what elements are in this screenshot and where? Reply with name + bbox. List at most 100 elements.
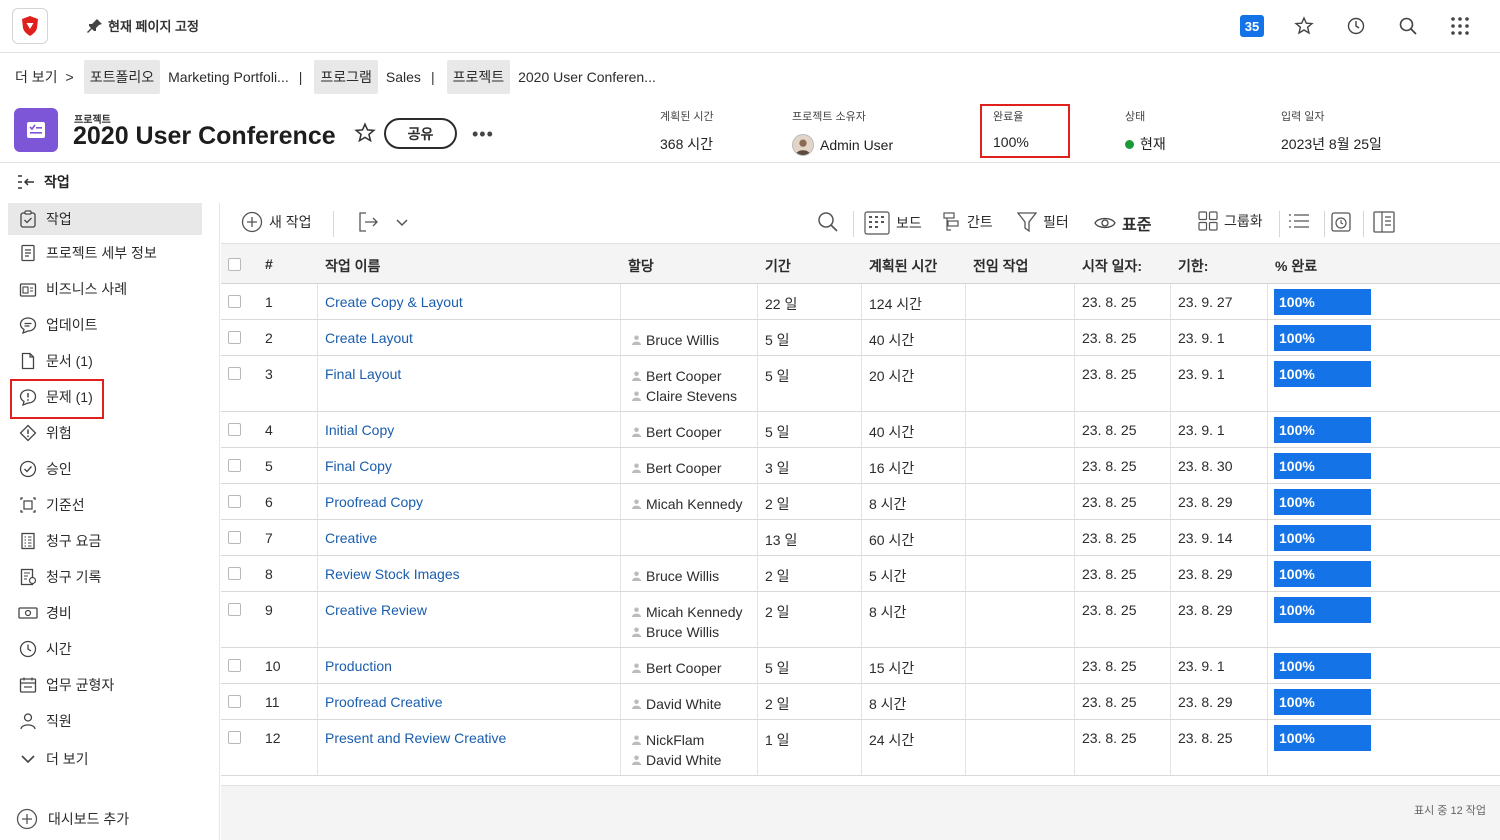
row-checkbox[interactable] (228, 731, 241, 744)
sidebar-item-workload-balancer[interactable]: 업무 균형자 (8, 669, 202, 701)
sidebar-collapse-toggle[interactable]: 작업 (16, 172, 70, 192)
table-row[interactable]: 5 Final Copy Bert Cooper 3 일 16 시간 23. 8. 25 2… (221, 448, 1500, 484)
filter-button[interactable]: 필터 (1017, 211, 1069, 233)
percent-complete-bar[interactable]: 100% (1274, 289, 1371, 315)
notifications-badge[interactable]: 35 (1240, 15, 1264, 37)
percent-complete-bar[interactable]: 100% (1274, 561, 1371, 587)
table-row[interactable]: 7 Creative 13 일 60 시간 23. 8. 25 23. 9. 14 100% (221, 520, 1500, 556)
assignee[interactable]: David White (632, 694, 721, 714)
add-dashboard-button[interactable]: 대시보드 추가 (16, 808, 129, 830)
sidebar-item-time[interactable]: 시간 (8, 633, 202, 665)
list-settings-button[interactable] (1288, 211, 1310, 231)
percent-complete-bar[interactable]: 100% (1274, 689, 1371, 715)
table-row[interactable]: 12 Present and Review Creative NickFlam Dav… (221, 720, 1500, 776)
sidebar-item-risks[interactable]: 위험 (8, 417, 202, 449)
share-button[interactable]: 공유 (384, 118, 457, 149)
percent-complete-bar[interactable]: 100% (1274, 653, 1371, 679)
column-header-due-date[interactable]: 기한: (1178, 256, 1208, 276)
row-checkbox[interactable] (228, 295, 241, 308)
assignee[interactable]: NickFlam (632, 730, 721, 750)
breadcrumb-project-link[interactable]: 2020 User Conferen... (518, 69, 656, 85)
gantt-view-button[interactable]: 간트 (943, 211, 993, 233)
favorite-star-icon[interactable] (354, 122, 376, 147)
sidebar-item-project-details[interactable]: 프로젝트 세부 정보 (8, 237, 202, 269)
task-name-link[interactable]: Final Copy (325, 458, 392, 474)
sidebar-item-documents[interactable]: 문서 (1) (8, 345, 202, 377)
assignee[interactable]: Micah Kennedy (632, 602, 743, 622)
percent-complete-bar[interactable]: 100% (1274, 325, 1371, 351)
table-row[interactable]: 1 Create Copy & Layout 22 일 124 시간 23. 8. 25… (221, 284, 1500, 320)
sidebar-item-expenses[interactable]: 경비 (8, 597, 202, 629)
column-header-predecessors[interactable]: 전임 작업 (973, 256, 1028, 276)
assignee[interactable]: Claire Stevens (632, 386, 737, 406)
assignee[interactable]: Micah Kennedy (632, 494, 743, 514)
group-button[interactable]: 그룹화 (1198, 211, 1263, 231)
view-selector[interactable]: 표준 (1094, 211, 1151, 235)
row-checkbox[interactable] (228, 495, 241, 508)
row-checkbox[interactable] (228, 659, 241, 672)
task-name-link[interactable]: Proofread Copy (325, 494, 423, 510)
search-icon[interactable] (1396, 14, 1420, 38)
status-value[interactable]: 현재 (1140, 134, 1166, 154)
sidebar-item-tasks[interactable]: 작업 (8, 203, 202, 235)
percent-complete-bar[interactable]: 100% (1274, 525, 1371, 551)
sidebar-item-billing-rates[interactable]: 청구 요금 (8, 525, 202, 557)
assignee[interactable]: Bert Cooper (632, 658, 721, 678)
task-name-link[interactable]: Initial Copy (325, 422, 394, 438)
percent-complete-bar[interactable]: 100% (1274, 453, 1371, 479)
sidebar-item-baselines[interactable]: 기준선 (8, 489, 202, 521)
assignee[interactable]: Bruce Willis (632, 330, 719, 350)
assignee[interactable]: Bert Cooper (632, 422, 721, 442)
new-task-button[interactable]: 새 작업 (241, 211, 312, 233)
row-checkbox[interactable] (228, 695, 241, 708)
owner-link[interactable]: Admin User (820, 137, 893, 153)
row-checkbox[interactable] (228, 603, 241, 616)
row-checkbox[interactable] (228, 531, 241, 544)
sidebar-item-updates[interactable]: 업데이트 (8, 309, 202, 341)
table-row[interactable]: 8 Review Stock Images Bruce Willis 2 일 5 시간 2… (221, 556, 1500, 592)
column-header-duration[interactable]: 기간 (765, 256, 791, 276)
column-header-task-name[interactable]: 작업 이름 (325, 256, 380, 276)
task-name-link[interactable]: Creative Review (325, 602, 427, 618)
percent-complete-bar[interactable]: 100% (1274, 489, 1371, 515)
task-name-link[interactable]: Review Stock Images (325, 566, 460, 582)
more-options-icon[interactable]: ••• (472, 124, 494, 145)
export-button[interactable] (357, 211, 409, 233)
task-name-link[interactable]: Create Layout (325, 330, 413, 346)
sidebar-item-business-case[interactable]: 비즈니스 사례 (8, 273, 202, 305)
pin-page-button[interactable]: 현재 페이지 고정 (86, 16, 199, 35)
task-name-link[interactable]: Proofread Creative (325, 694, 443, 710)
task-name-link[interactable]: Present and Review Creative (325, 730, 506, 746)
table-row[interactable]: 9 Creative Review Micah Kennedy Bruce Willi… (221, 592, 1500, 648)
select-all-checkbox[interactable] (228, 258, 241, 271)
assignee[interactable]: Bert Cooper (632, 458, 721, 478)
task-name-link[interactable]: Production (325, 658, 392, 674)
column-header-number[interactable]: # (265, 256, 273, 272)
sidebar-item-more[interactable]: 더 보기 (8, 743, 202, 775)
history-icon[interactable] (1344, 14, 1368, 38)
star-icon[interactable] (1292, 14, 1316, 38)
row-checkbox[interactable] (228, 367, 241, 380)
row-checkbox[interactable] (228, 459, 241, 472)
panel-toggle-button[interactable] (1373, 211, 1395, 233)
task-name-link[interactable]: Create Copy & Layout (325, 294, 463, 310)
column-header-assignments[interactable]: 할당 (628, 256, 654, 276)
column-header-planned-hours[interactable]: 계획된 시간 (869, 256, 937, 276)
table-row[interactable]: 3 Final Layout Bert Cooper Claire Stevens 5 … (221, 356, 1500, 412)
assignee[interactable]: Bert Cooper (632, 366, 737, 386)
board-view-button[interactable]: 보드 (864, 211, 922, 235)
percent-complete-bar[interactable]: 100% (1274, 597, 1371, 623)
apps-grid-icon[interactable] (1448, 14, 1472, 38)
column-header-start-date[interactable]: 시작 일자: (1082, 256, 1142, 276)
table-row[interactable]: 4 Initial Copy Bert Cooper 5 일 40 시간 23. 8. 2… (221, 412, 1500, 448)
brand-logo[interactable] (12, 8, 48, 44)
column-header-percent-complete[interactable]: % 완료 (1275, 256, 1317, 276)
task-name-link[interactable]: Final Layout (325, 366, 401, 382)
percent-complete-bar[interactable]: 100% (1274, 361, 1371, 387)
sidebar-item-billing-records[interactable]: 청구 기록 (8, 561, 202, 593)
assignee[interactable]: Bruce Willis (632, 566, 719, 586)
table-row[interactable]: 2 Create Layout Bruce Willis 5 일 40 시간 23. 8.… (221, 320, 1500, 356)
sidebar-item-approvals[interactable]: 승인 (8, 453, 202, 485)
task-name-link[interactable]: Creative (325, 530, 377, 546)
breadcrumb-more[interactable]: 더 보기 (15, 67, 58, 87)
